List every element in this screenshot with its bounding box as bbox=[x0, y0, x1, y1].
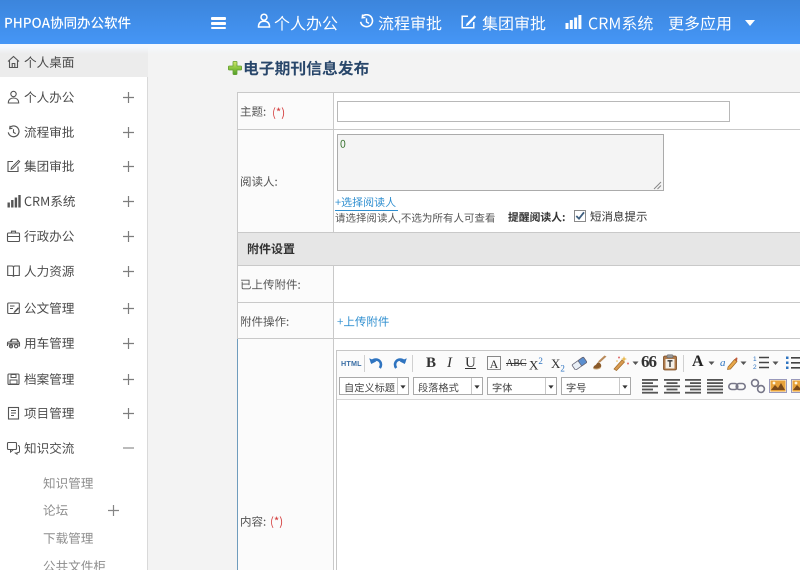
svg-text:a: a bbox=[720, 357, 726, 369]
svg-text:1: 1 bbox=[753, 356, 757, 363]
svg-text:2: 2 bbox=[753, 364, 757, 370]
